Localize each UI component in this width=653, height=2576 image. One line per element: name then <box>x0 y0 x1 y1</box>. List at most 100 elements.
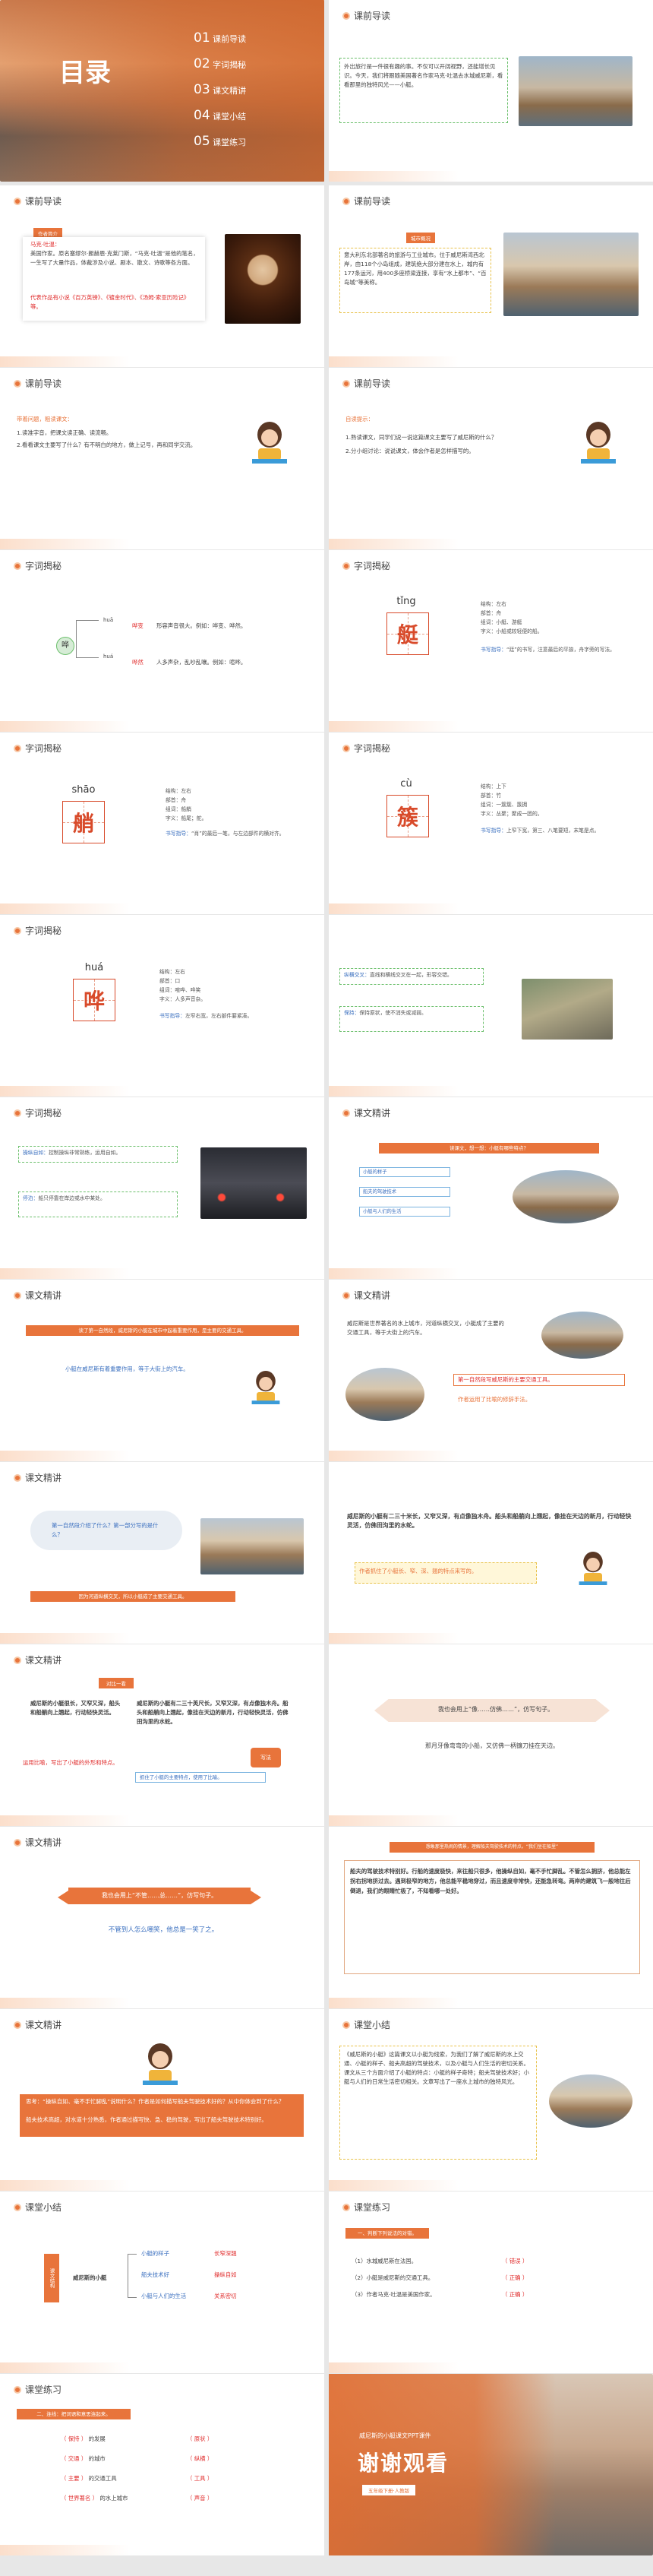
char-grid: 哗 <box>73 979 115 1021</box>
header-dot-icon <box>14 1291 21 1299</box>
author-portrait <box>225 234 301 324</box>
structure-root: 威尼斯的小艇 <box>73 2274 107 2281</box>
toc-item[interactable]: 04 课堂小结 <box>194 108 315 134</box>
section-header: 课前导读 <box>342 195 390 207</box>
slide-vocab-1: 纵横交叉：直线和横线交叉在一起，形容交错。 保持：保持原状，使不消失或减弱。 <box>329 915 653 1097</box>
exercise-option[interactable]: （ 工具 ） <box>187 2474 213 2483</box>
exercise-question: （3）作者马克·吐温是美国作家。 <box>352 2291 436 2298</box>
writing-tip: 书写指导：上窄下宽，第三、八笔要短，末笔是点。 <box>481 828 600 834</box>
exercise-row[interactable]: （ 保持 ） 的发展 <box>61 2435 106 2444</box>
section-header: 课堂小结 <box>342 2018 390 2031</box>
writing-tip: 书写指导：“廷”的书写，注意最后的平捺，舟字旁的写法。 <box>481 647 615 653</box>
reading-girl-illustration <box>143 2043 178 2085</box>
paragraph-text: 威尼斯的小艇有二三十米长，又窄又深，有点像独木舟。船头和船艄向上翘起，像挂在天边… <box>347 1513 632 1529</box>
exercise-question: （1）水城威尼斯在法国。 <box>352 2258 418 2264</box>
header-dot-icon <box>14 562 21 570</box>
slide-toc: 目录 01 课前导读 02 字词揭秘 03 课文精讲 04 课堂小结 05 课堂… <box>0 0 324 182</box>
exercise-row[interactable]: （ 交通 ） 的城市 <box>61 2454 106 2464</box>
char-structure: 结构：左右 <box>481 601 506 607</box>
slide-summary-2: 课堂小结 课文结构 威尼斯的小艇 小艇的样子 船夫技术好 小艇与人们的生活 长窄… <box>0 2191 324 2373</box>
header-dot-icon <box>14 197 21 205</box>
summary-banner: 读了第一自然段，威尼斯的小艇在城市中起着重要作用，是主要的交通工具。 <box>26 1325 299 1336</box>
slide-text-1: 课文精讲 读课文，想一想：小艇有哪些特点？ 小艇的样子 船夫的驾驶技术 小艇与人… <box>329 1097 653 1279</box>
venice-round-photo <box>549 2074 632 2128</box>
outline-item[interactable]: 小艇与人们的生活 <box>359 1207 450 1217</box>
char-meaning: 字义：船尾；舵。 <box>166 815 207 821</box>
exercise-row[interactable]: （ 主要 ） 的交通工具 <box>61 2474 117 2483</box>
slide-text-4: 课文精讲 第一自然段介绍了什么？第一部分写的是什么？ 因为河道纵横交叉，所以小艇… <box>0 1462 324 1644</box>
exercise-answer[interactable]: （ 正确 ） <box>502 2274 528 2283</box>
slide-end: 威尼斯的小艇课文PPT课件 谢谢观看 五年级下册·人教版 <box>329 2374 653 2555</box>
header-dot-icon <box>342 744 350 752</box>
cloud-text: 第一自然段介绍了什么？第一部分写的是什么？ <box>52 1522 159 1538</box>
writing-tip: 书写指导：“肖”的最后一笔，与左边部件的横对齐。 <box>166 831 285 837</box>
slide-text-5: 威尼斯的小艇有二三十米长，又窄又深，有点像独木舟。船头和船艄向上翘起，像挂在天边… <box>329 1462 653 1644</box>
venice-photo <box>519 56 632 126</box>
compare-note: 运用比喻，写出了小艇的外形和特点。 <box>23 1759 118 1766</box>
slide-vocab-2: 字词揭秘 操纵自如：控制操纵非常熟练，运用自如。 停泊：船只停靠在岸边或水中某处… <box>0 1097 324 1279</box>
header-dot-icon <box>342 2021 350 2029</box>
pinyin-2: huá <box>103 653 114 660</box>
char-pinyin: cù <box>400 778 412 790</box>
venice-lagoon-photo <box>200 1518 304 1574</box>
char-glyph: 哗 <box>83 989 105 1014</box>
char-radical: 部首：舟 <box>481 610 502 616</box>
reading-girl-illustration <box>579 1552 607 1585</box>
char-radical: 部首：口 <box>159 978 181 984</box>
slide-text-10: 课文精讲 思考：“操纵自如、毫不手忙脚乱”说明什么？作者是如何描写船夫驾驶技术好… <box>0 2009 324 2191</box>
note-text: 作者运用了比喻的修辞手法。 <box>458 1396 532 1403</box>
vocab-item: 停泊：船只停靠在岸边或水中某处。 <box>23 1195 106 1201</box>
imitation-sentence: 不管到人怎么嘲笑，他总是一笑了之。 <box>108 1926 219 1934</box>
end-title: 谢谢观看 <box>358 2451 450 2476</box>
method-badge: 写法 <box>251 1748 281 1767</box>
slide-text-3: 课文精讲 威尼斯是世界著名的水上城市，河道纵横交叉，小艇成了主要的交通工具，等于… <box>329 1280 653 1461</box>
slide-author: 课前导读 作者简介 马克·吐温： 美国作家。原名塞缪尔·朗赫恩·克莱门斯，“马克… <box>0 185 324 367</box>
toc-item[interactable]: 05 课堂练习 <box>194 134 315 160</box>
header-dot-icon <box>14 2203 21 2211</box>
structure-tag: 课文结构 <box>44 2254 59 2302</box>
imitation-prompt: 我也会用上“像……仿佛……”，仿写句子。 <box>437 1706 554 1713</box>
compare-right: 威尼斯的小艇有二三十英尺长，又窄又深，有点像独木舟。船头和船艄向上翘起，像挂在天… <box>137 1700 289 1725</box>
section-header: 课前导读 <box>14 195 62 207</box>
char-words: 组词：小艇、游艇 <box>481 619 522 625</box>
char-meaning: 字义：丛聚；聚成一团的。 <box>481 811 543 817</box>
header-dot-icon <box>14 1473 21 1482</box>
slide-exercise-1: 课堂练习 一、判断下列说法的对错。 （1）水城威尼斯在法国。 （ 错误 ） （2… <box>329 2191 653 2373</box>
char-words: 组词：船艄 <box>166 806 191 812</box>
char-words: 组词：一簇簇、簇拥 <box>481 802 528 808</box>
polyphone-char: 哗 <box>56 637 74 655</box>
section-header: 课前导读 <box>14 377 62 390</box>
slide-text-8: 课文精讲 我也会用上“不管……总……”，仿写句子。 不管到人怎么嘲笑，他总是一笑… <box>0 1827 324 2008</box>
exercise-answer[interactable]: （ 错误 ） <box>502 2257 528 2266</box>
exercise-row[interactable]: （ 世界著名 ） 的水上城市 <box>61 2494 128 2503</box>
exercise-option[interactable]: （ 原状 ） <box>187 2435 213 2444</box>
toc-item[interactable]: 02 字词揭秘 <box>194 56 315 82</box>
slide-word-hua: 字词揭秘 huá 哗 结构：左右 部首：口 组词：喧哗、哗笑 字义：人多声音杂。… <box>0 915 324 1097</box>
exercise-option[interactable]: （ 纵横 ） <box>187 2454 213 2464</box>
meaning-1: 形容声音很大。例如：哗变、哗然。 <box>156 622 247 629</box>
read-question: 带着问题，粗读课文： <box>17 416 73 422</box>
char-structure: 结构：上下 <box>481 783 506 790</box>
slide-text-6: 课文精讲 对比一看 威尼斯的小艇很长，又窄又深，船头和船艄向上翘起，行动轻快灵活… <box>0 1644 324 1826</box>
traffic-photo <box>200 1147 307 1219</box>
section-header: 字词揭秘 <box>14 742 62 755</box>
slide-word-ting: 字词揭秘 tǐng 艇 结构：左右 部首：舟 组词：小艇、游艇 字义：小船或较轻… <box>329 550 653 732</box>
structure-point: 操纵自如 <box>214 2271 237 2278</box>
outline-item[interactable]: 小艇的样子 <box>359 1167 450 1177</box>
question-banner: 读课文，想一想：小艇有哪些特点？ <box>379 1143 599 1154</box>
toc-item[interactable]: 03 课文精讲 <box>194 82 315 108</box>
exercise-option[interactable]: （ 声音 ） <box>187 2494 213 2503</box>
slide-text-9: 想象那里热闹的情景，理解船夫驾驶技术的特点。“我们坐在船里” 船夫的驾驶技术特别… <box>329 1827 653 2008</box>
section-header: 课堂练习 <box>342 2201 390 2214</box>
outline-item[interactable]: 船夫的驾驶技术 <box>359 1187 450 1197</box>
conclusion-banner: 因为河道纵横交叉，所以小艇成了主要交通工具。 <box>30 1591 235 1602</box>
toc-item[interactable]: 01 课前导读 <box>194 30 315 56</box>
exercise-answer[interactable]: （ 正确 ） <box>502 2290 528 2299</box>
key-question: 小艇在威尼斯有着重要作用，等于大街上的汽车。 <box>65 1366 189 1372</box>
slide-exercise-2: 课堂练习 二、连线：把词语和意思连起来。 （ 保持 ） 的发展 （ 交通 ） 的… <box>0 2374 324 2555</box>
char-radical: 部首：舟 <box>166 797 187 803</box>
structure-point: 长窄深翘 <box>214 2250 237 2257</box>
char-glyph: 艄 <box>72 811 94 836</box>
header-dot-icon <box>342 197 350 205</box>
section-header: 字词揭秘 <box>14 924 62 937</box>
